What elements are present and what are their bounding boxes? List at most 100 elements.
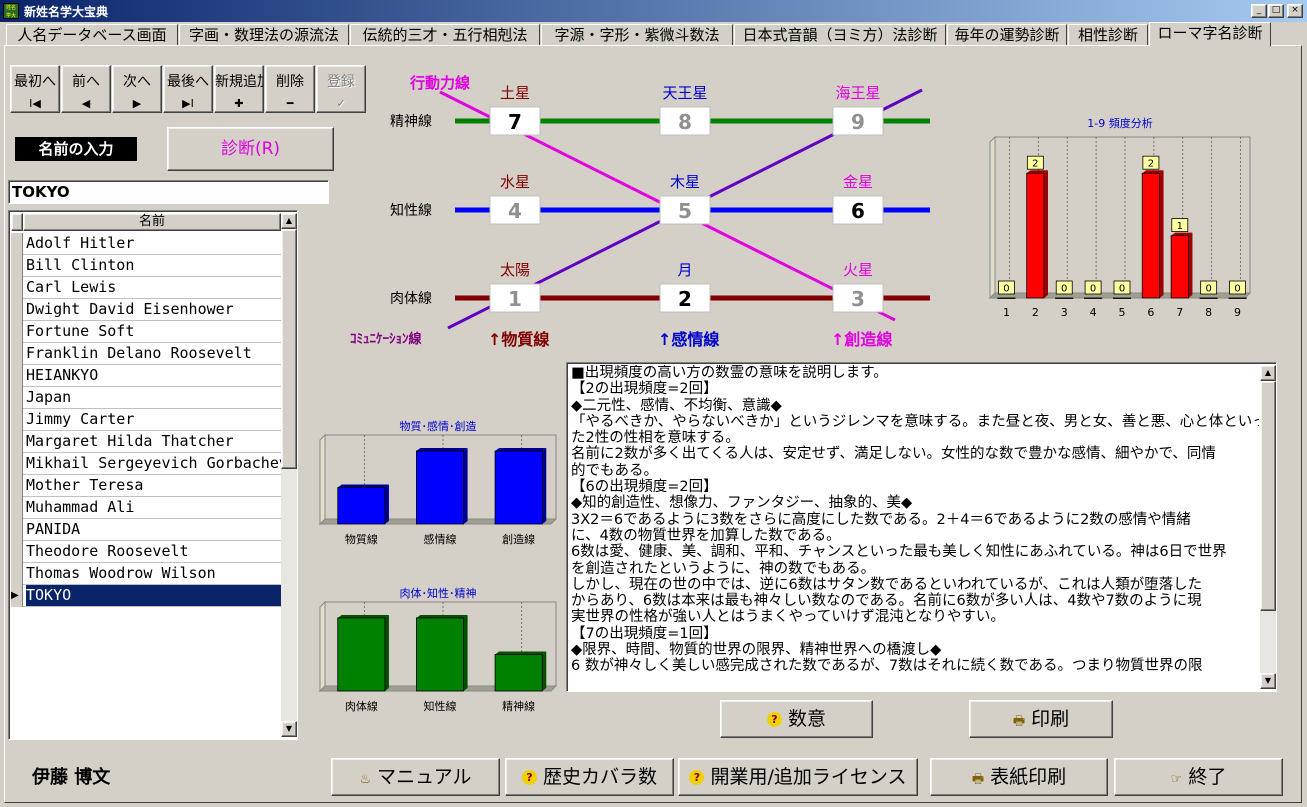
meaning-scroll-down[interactable]: ▼	[1260, 673, 1276, 689]
first-record-button[interactable]: 最初へ I◀	[10, 65, 60, 113]
meaning-line: 的でもある。	[571, 462, 658, 479]
list-item[interactable]: Japan	[11, 387, 281, 409]
next-record-button-label: 次へ	[123, 74, 151, 90]
prev-record-button-label: 前へ	[72, 74, 100, 90]
list-header-name[interactable]: 名前	[23, 213, 281, 231]
name-list[interactable]: 名前 Adolf Hitler Bill Clinton Carl Lewis Dwi…	[8, 210, 298, 740]
help-icon: ?	[521, 770, 537, 785]
meaning-button-label: 数意	[787, 708, 826, 730]
meaning-scrollbar[interactable]: ▲ ▼	[1260, 365, 1276, 689]
exit-button[interactable]: ☞ 終了	[1114, 758, 1283, 796]
list-item[interactable]: Franklin Delano Roosevelt	[11, 343, 281, 365]
cell-number: 1	[508, 287, 522, 311]
list-item-label: TOKYO	[26, 585, 281, 606]
list-item-label: Jimmy Carter	[26, 410, 135, 428]
license-button[interactable]: ? 開業用/追加ライセンス	[678, 758, 918, 796]
delete-record-button[interactable]: 削除 ━	[265, 65, 315, 113]
list-item-label: HEIANKYO	[26, 366, 99, 384]
list-item[interactable]: Adolf Hitler	[11, 233, 281, 255]
meaning-button[interactable]: ? 数意	[720, 700, 873, 738]
tab-1[interactable]: 字画・数理法の源流法	[179, 24, 349, 46]
list-item[interactable]: Mother Teresa	[11, 475, 281, 497]
tick-label: 8	[1205, 306, 1212, 319]
list-item[interactable]: Margaret Hilda Thatcher	[11, 431, 281, 453]
list-item-label: Carl Lewis	[26, 278, 117, 296]
row-indicator	[11, 497, 23, 519]
bar	[1141, 172, 1160, 299]
data-label: 0	[1003, 284, 1009, 295]
list-scrollbar[interactable]: ▲ ▼	[281, 213, 297, 737]
scroll-up-button[interactable]: ▲	[281, 213, 297, 229]
meaning-line: ◆二元性、感情、不均衡、意識◆	[571, 397, 782, 414]
next-record-button[interactable]: 次へ ▶	[112, 65, 162, 113]
list-item[interactable]: Carl Lewis	[11, 277, 281, 299]
print-button[interactable]: 🖶 印刷	[969, 700, 1113, 738]
author-name: 伊藤 博文	[32, 767, 111, 788]
list-item[interactable]: Fortune Soft	[11, 321, 281, 343]
diagnose-button[interactable]: 診断(R)	[167, 127, 334, 171]
meaning-scroll-thumb[interactable]	[1260, 381, 1276, 611]
add-record-button[interactable]: 新規追加 ✚	[214, 65, 264, 113]
tick-label: 5	[1119, 306, 1126, 319]
tab-3[interactable]: 字源・字形・紫微斗数法	[541, 24, 733, 46]
close-button[interactable]: ×	[1287, 4, 1303, 18]
row-indicator	[11, 409, 23, 431]
bar	[494, 654, 543, 692]
title-bar: 姓名学大 新姓名学大宝典 _ □ ×	[0, 0, 1307, 22]
meaning-textbox[interactable]: ■出現頻度の高い方の数霊の意味を説明します。 【2の出現頻度=2回】 ◆二元性、感情…	[566, 362, 1277, 692]
add-record-icon: ✚	[234, 97, 244, 110]
cell-number: 9	[851, 110, 865, 134]
meaning-scroll-up[interactable]: ▲	[1260, 365, 1276, 381]
list-item[interactable]: HEIANKYO	[11, 365, 281, 387]
tab-5[interactable]: 毎年の運勢診断	[947, 24, 1067, 46]
list-item[interactable]: ▶ TOKYO	[11, 585, 281, 607]
meaning-text: ■出現頻度の高い方の数霊の意味を説明します。 【2の出現頻度=2回】 ◆二元性、感情…	[569, 365, 1259, 689]
list-item[interactable]: Thomas Woodrow Wilson	[11, 563, 281, 585]
row-label: 知性線	[390, 202, 432, 219]
add-record-button-label: 新規追加	[215, 74, 263, 90]
name-input[interactable]: TOKYO	[8, 180, 329, 204]
name-input-label: 名前の入力	[15, 137, 137, 161]
row-indicator	[11, 343, 23, 365]
column-label: ↑物質線	[488, 330, 549, 349]
column-label: ↑創造線	[831, 330, 892, 349]
list-item-label: Adolf Hitler	[26, 234, 135, 252]
meaning-line: 【6の出現頻度=2回】	[571, 479, 718, 496]
tab-4[interactable]: 日本式音韻（ヨミ方）法診断	[734, 24, 946, 46]
row-indicator	[11, 563, 23, 585]
list-item[interactable]: Muhammad Ali	[11, 497, 281, 519]
prev-record-button[interactable]: 前へ ◀	[61, 65, 111, 113]
list-item[interactable]: Jimmy Carter	[11, 409, 281, 431]
body-intellect-spirit-chart: 肉体･知性･精神肉体線 知性線 精神線	[318, 586, 558, 713]
tab-6[interactable]: 相性診断	[1068, 24, 1148, 46]
list-item[interactable]: Theodore Roosevelt	[11, 541, 281, 563]
list-item-label: Margaret Hilda Thatcher	[26, 432, 234, 450]
tab-7[interactable]: ローマ字名診断	[1149, 22, 1271, 47]
list-item[interactable]: Dwight David Eisenhower	[11, 299, 281, 321]
tab-0[interactable]: 人名データベース画面	[6, 24, 178, 46]
bar	[1228, 297, 1247, 299]
history-kabbalah-button[interactable]: ? 歴史カバラ数	[505, 758, 674, 796]
tab-2[interactable]: 伝統的三才・五行相剋法	[350, 24, 540, 46]
scroll-thumb[interactable]	[281, 229, 297, 469]
list-item-label: Dwight David Eisenhower	[26, 300, 234, 318]
bar-top	[337, 614, 389, 618]
bar	[1055, 297, 1074, 299]
column-label: ↑感情線	[658, 330, 719, 349]
last-record-button[interactable]: 最後へ ▶I	[163, 65, 213, 113]
bar-side	[463, 447, 468, 524]
minimize-button[interactable]: _	[1251, 4, 1267, 18]
meaning-line: に、4数の物質世界を加算した数である。	[571, 527, 841, 544]
tick-label: 知性線	[424, 699, 457, 713]
scroll-down-button[interactable]: ▼	[281, 721, 297, 737]
list-item[interactable]: Bill Clinton	[11, 255, 281, 277]
row-indicator	[11, 233, 23, 255]
list-item[interactable]: PANIDA	[11, 519, 281, 541]
cover-print-button[interactable]: 🖶 表紙印刷	[930, 758, 1108, 796]
bar	[416, 617, 465, 692]
manual-button[interactable]: ♨ マニュアル	[331, 758, 500, 796]
tick-label: 創造線	[502, 532, 535, 546]
planet-label: 火星	[843, 261, 873, 279]
list-item[interactable]: Mikhail Sergeyevich Gorbachev	[11, 453, 281, 475]
maximize-button[interactable]: □	[1268, 4, 1284, 18]
